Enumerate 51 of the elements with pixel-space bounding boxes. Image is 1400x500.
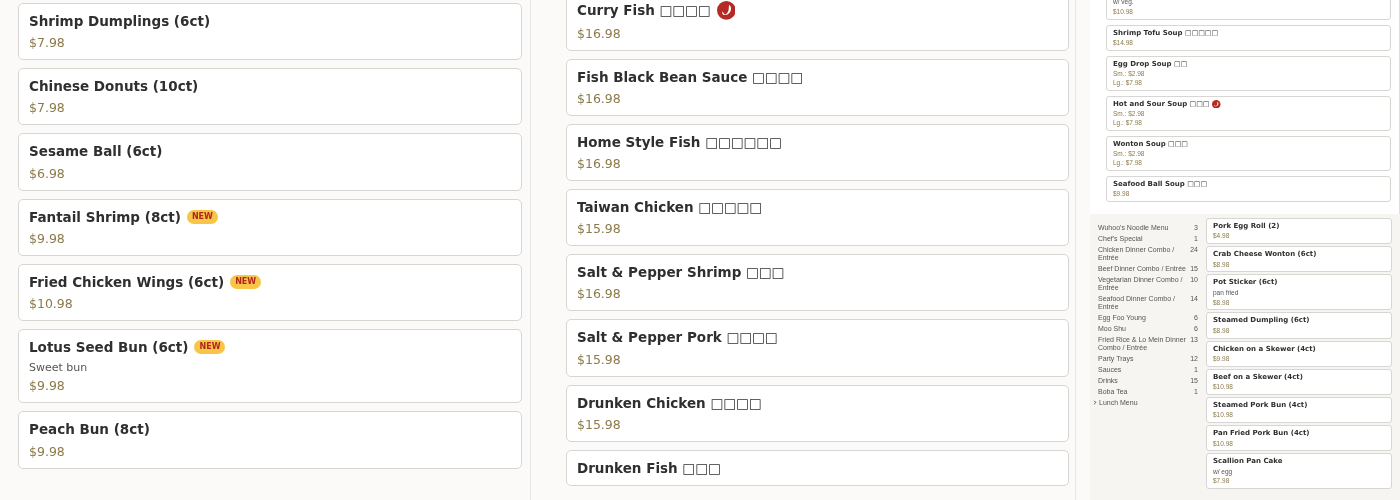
item-price: $9.98: [29, 378, 66, 394]
item-price: $7.98: [29, 35, 66, 51]
item-price: $9.98: [29, 443, 66, 459]
item-name: Drunken Chicken □□□□: [577, 394, 762, 411]
chevron-right-icon: [1093, 400, 1097, 405]
item-name: Taiwan Chicken □□□□□: [577, 199, 763, 216]
item-price: $16.98: [577, 156, 622, 172]
item-price: $6.98: [29, 165, 66, 181]
menu-item-card[interactable]: Drunken Fish □□□: [566, 449, 1069, 486]
item-name: Fantail Shrimp (8ct): [29, 208, 181, 225]
new-badge: NEW: [186, 209, 218, 224]
item-description: Sweet bun: [29, 361, 89, 375]
menu-item-card[interactable]: Shrimp Dumplings (6ct) $7.98: [18, 3, 522, 61]
item-name: Salt & Pepper Pork □□□□: [577, 329, 778, 346]
menu-item-card[interactable]: Drunken Chicken □□□□ $15.98: [566, 384, 1069, 442]
menu-item-card[interactable]: Fantail Shrimp (8ct) NEW $9.98: [18, 198, 522, 256]
item-price: $15.98: [577, 416, 622, 432]
item-name: Salt & Pepper Shrimp □□□: [577, 264, 785, 281]
item-price: $10.98: [29, 295, 74, 311]
item-price: $7.98: [29, 100, 66, 116]
item-price: $15.98: [577, 221, 622, 237]
menu-item-card[interactable]: Peach Bun (8ct) $9.98: [18, 411, 522, 469]
item-price: $9.98: [29, 230, 66, 246]
item-name: Peach Bun (8ct): [29, 421, 150, 438]
menu-item-card[interactable]: Fish Black Bean Sauce □□□□ $16.98: [566, 58, 1069, 116]
item-name: Fish Black Bean Sauce □□□□: [577, 68, 804, 85]
item-price: $16.98: [577, 286, 622, 302]
item-name: Shrimp Dumplings (6ct): [29, 13, 211, 30]
menu-item-card[interactable]: Fried Chicken Wings (6ct) NEW $10.98: [18, 263, 522, 321]
menu-item-card[interactable]: Chinese Donuts (10ct) $7.98: [18, 68, 522, 126]
item-name: Sesame Ball (6ct): [29, 143, 163, 160]
menu-item-card[interactable]: Salt & Pepper Pork □□□□ $15.98: [566, 319, 1069, 377]
menu-item-card[interactable]: Curry Fish □□□□ $16.98: [566, 0, 1069, 51]
menu-item-card[interactable]: Taiwan Chicken □□□□□ $15.98: [566, 189, 1069, 247]
menu-item-card[interactable]: Salt & Pepper Shrimp □□□ $16.98: [566, 254, 1069, 312]
item-name: Curry Fish □□□□: [577, 2, 711, 19]
new-badge: NEW: [194, 340, 226, 355]
item-name: Chinese Donuts (10ct): [29, 78, 199, 95]
item-name: Drunken Fish □□□: [577, 459, 721, 476]
chili-pepper-icon: [716, 1, 736, 20]
item-price: $16.98: [577, 90, 622, 106]
item-price: $15.98: [577, 351, 622, 367]
chili-pepper-icon: [1212, 99, 1221, 109]
menu-item-card[interactable]: Lotus Seed Bun (6ct) NEW Sweet bun $9.98: [18, 328, 522, 404]
item-name: Home Style Fish □□□□□□: [577, 133, 782, 151]
menu-item-card[interactable]: Sesame Ball (6ct) $6.98: [18, 133, 522, 191]
new-badge: NEW: [230, 274, 262, 289]
item-price: $16.98: [577, 25, 622, 41]
menu-item-card[interactable]: Home Style Fish □□□□□□ $16.98: [566, 123, 1069, 182]
item-name: Lotus Seed Bun (6ct): [29, 338, 189, 356]
item-name: Fried Chicken Wings (6ct): [29, 273, 225, 290]
